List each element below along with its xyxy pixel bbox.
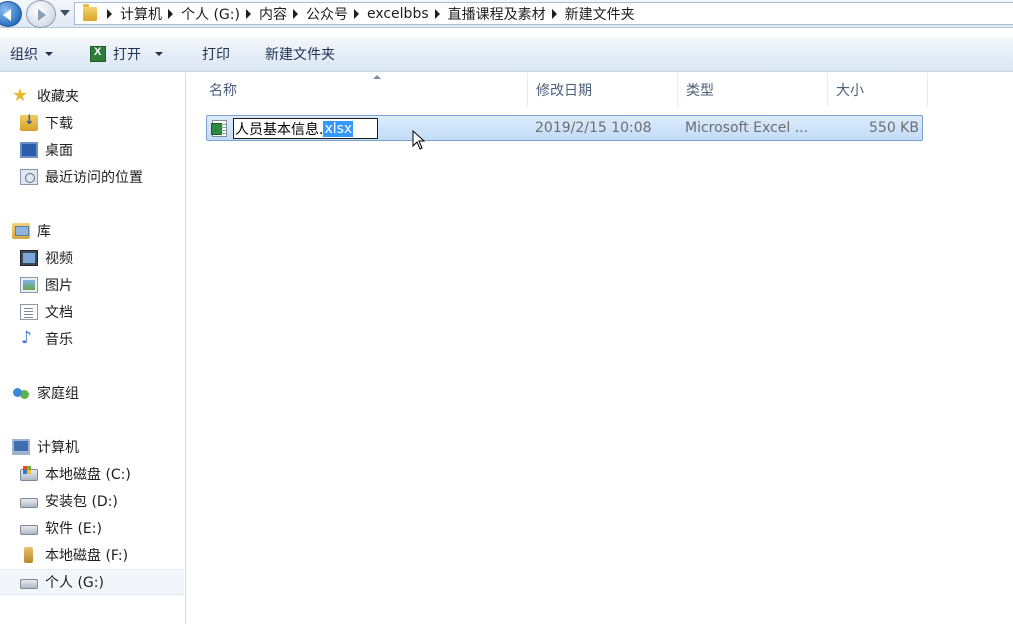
command-bar: 组织 打开 打印 新建文件夹	[0, 36, 1013, 72]
nav-label: 家庭组	[37, 386, 79, 402]
address-bar[interactable]: 计算机 个人 (G:) 内容 公众号 excelbbs 直播课程及素材 新建文件…	[74, 2, 1013, 25]
desktop-icon	[20, 142, 38, 158]
nav-label: 桌面	[45, 143, 73, 159]
open-label: 打开	[113, 47, 141, 63]
recent-pages-dropdown-icon[interactable]	[60, 10, 70, 16]
print-label: 打印	[202, 47, 230, 63]
new-folder-button[interactable]: 新建文件夹	[265, 37, 335, 71]
breadcrumb-item[interactable]: excelbbs	[348, 3, 429, 24]
breadcrumb-item[interactable]: 个人 (G:)	[162, 3, 240, 24]
drive-icon	[20, 579, 38, 589]
column-header-modified[interactable]: 修改日期	[528, 73, 678, 107]
rename-input[interactable]: 人员基本信息. xlsx	[233, 118, 378, 139]
nav-item-pictures[interactable]: 图片	[20, 273, 73, 297]
nav-label: 本地磁盘 (C:)	[45, 467, 131, 483]
nav-label: 文档	[45, 305, 73, 321]
library-icon	[12, 223, 30, 239]
nav-item-drive-d[interactable]: 安装包 (D:)	[20, 489, 118, 513]
new-folder-label: 新建文件夹	[265, 47, 335, 63]
excel-icon	[90, 46, 106, 62]
file-list[interactable]: 名称 修改日期 类型 大小 人员基本信息. xlsx 2019/2/15 10:0…	[187, 73, 1013, 624]
drive-icon	[20, 525, 38, 535]
nav-computer[interactable]: 计算机	[12, 435, 79, 459]
chevron-right-icon[interactable]	[107, 8, 112, 19]
star-icon	[12, 85, 30, 106]
nav-label: 音乐	[45, 332, 73, 348]
sort-ascending-icon	[373, 75, 381, 79]
nav-label: 视频	[45, 251, 73, 267]
nav-label: 本地磁盘 (F:)	[45, 548, 129, 564]
pictures-icon	[20, 277, 38, 293]
rename-selected-extension: xlsx	[323, 120, 354, 137]
nav-label: 下载	[45, 116, 73, 132]
nav-item-desktop[interactable]: 桌面	[20, 138, 73, 162]
nav-item-documents[interactable]: 文档	[20, 300, 73, 324]
nav-homegroup[interactable]: 家庭组	[12, 381, 79, 405]
breadcrumb-item[interactable]: 新建文件夹	[546, 3, 635, 24]
column-header-size[interactable]: 大小	[828, 73, 928, 107]
nav-label: 库	[37, 224, 51, 240]
column-header-type[interactable]: 类型	[678, 73, 828, 107]
system-drive-icon	[20, 466, 38, 481]
drive-icon	[20, 498, 38, 508]
usb-drive-icon	[20, 547, 38, 563]
organize-button[interactable]: 组织	[10, 37, 53, 71]
excel-file-icon	[211, 120, 227, 137]
chevron-right-icon[interactable]	[245, 8, 251, 19]
open-button[interactable]: 打开	[90, 37, 163, 71]
chevron-down-icon[interactable]	[155, 52, 163, 56]
computer-icon	[12, 439, 30, 455]
breadcrumb-item[interactable]: 计算机	[101, 3, 162, 24]
nav-item-drive-g[interactable]: 个人 (G:)	[0, 569, 184, 595]
forward-arrow-icon[interactable]	[26, 0, 56, 28]
chevron-right-icon[interactable]	[434, 8, 440, 19]
nav-label: 计算机	[37, 440, 79, 456]
nav-label: 图片	[45, 278, 73, 294]
navigation-pane[interactable]: 收藏夹 下载 桌面 最近访问的位置 库 视频 图片 文档 音乐 家庭组 计算机	[0, 73, 186, 624]
nav-item-drive-e[interactable]: 软件 (E:)	[20, 516, 102, 540]
rename-base-text: 人员基本信息.	[235, 121, 324, 138]
mouse-cursor-icon	[412, 130, 426, 150]
breadcrumb-item[interactable]: 直播课程及素材	[429, 3, 546, 24]
nav-label: 最近访问的位置	[45, 170, 143, 186]
homegroup-icon	[12, 385, 30, 401]
folder-icon	[83, 3, 97, 21]
file-modified: 2019/2/15 10:08	[535, 120, 652, 136]
recent-places-icon	[20, 169, 38, 185]
address-bar-row: 计算机 个人 (G:) 内容 公众号 excelbbs 直播课程及素材 新建文件…	[0, 0, 1013, 28]
nav-favorites[interactable]: 收藏夹	[12, 84, 79, 108]
column-header-name[interactable]: 名称	[201, 73, 528, 107]
chevron-right-icon[interactable]	[168, 8, 173, 19]
chevron-down-icon	[45, 52, 53, 56]
chevron-right-icon[interactable]	[551, 8, 557, 19]
download-folder-icon	[20, 113, 38, 131]
documents-icon	[20, 304, 38, 320]
organize-label: 组织	[10, 47, 38, 63]
nav-label: 软件 (E:)	[45, 521, 102, 537]
file-row[interactable]: 人员基本信息. xlsx 2019/2/15 10:08 Microsoft Ex…	[206, 115, 923, 141]
back-arrow-icon[interactable]	[0, 1, 22, 27]
nav-libraries[interactable]: 库	[12, 219, 51, 243]
nav-item-music[interactable]: 音乐	[20, 327, 73, 351]
video-icon	[20, 250, 38, 266]
chevron-right-icon[interactable]	[292, 8, 298, 19]
file-size: 550 KB	[869, 120, 919, 136]
nav-label: 安装包 (D:)	[45, 494, 118, 510]
nav-label: 个人 (G:)	[45, 575, 104, 591]
nav-label: 收藏夹	[37, 89, 79, 105]
nav-item-recent-places[interactable]: 最近访问的位置	[20, 165, 143, 189]
chevron-right-icon[interactable]	[353, 8, 359, 19]
file-type: Microsoft Excel ...	[685, 120, 809, 136]
nav-item-videos[interactable]: 视频	[20, 246, 73, 270]
nav-item-drive-f[interactable]: 本地磁盘 (F:)	[20, 543, 128, 567]
breadcrumb-item[interactable]: 内容	[240, 3, 287, 24]
music-icon	[20, 328, 38, 348]
print-button[interactable]: 打印	[202, 37, 230, 71]
breadcrumb-item[interactable]: 公众号	[287, 3, 348, 24]
nav-item-drive-c[interactable]: 本地磁盘 (C:)	[20, 462, 131, 486]
nav-item-downloads[interactable]: 下载	[20, 111, 73, 135]
